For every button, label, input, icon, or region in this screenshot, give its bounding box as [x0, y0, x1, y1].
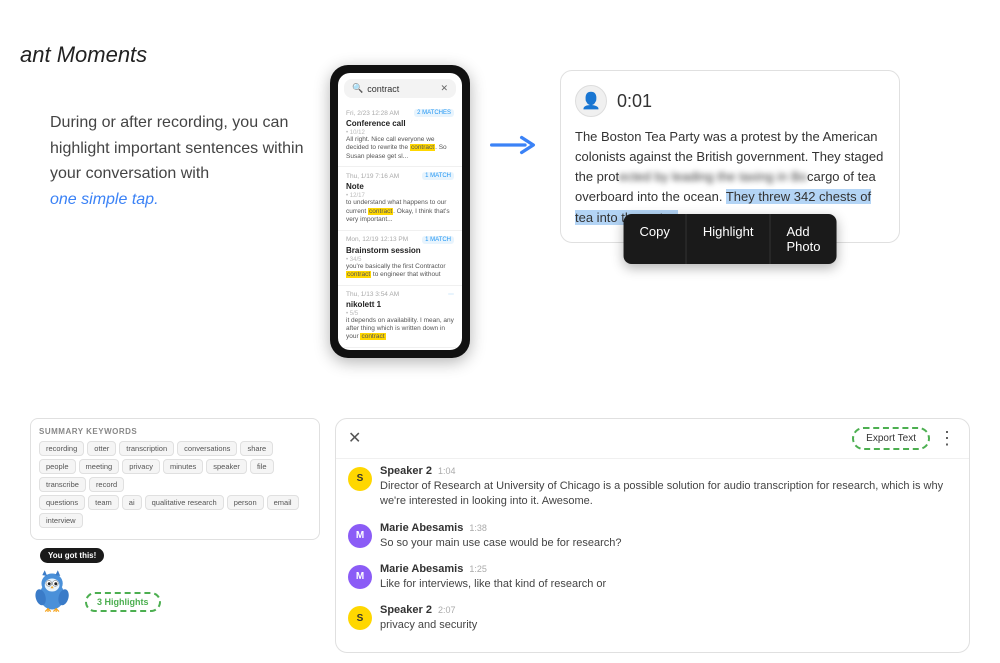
message-time: 1:25 [469, 564, 487, 574]
mascot-area: You got this! [30, 548, 320, 612]
keyword-tag[interactable]: team [88, 495, 119, 510]
list-item[interactable]: Mon, 12/19 12:13 PM 1 MATCH Brainstorm s… [338, 231, 462, 286]
list-item[interactable]: Thu, 1/13 3:54 AM nikolett 1 • 5/5 it de… [338, 286, 462, 348]
phone-search-input[interactable] [367, 84, 436, 94]
keyword-tag[interactable]: ai [122, 495, 142, 510]
keyword-tag[interactable]: person [227, 495, 264, 510]
more-options-button[interactable]: ⋮ [938, 428, 957, 449]
keyword-tag[interactable]: record [89, 477, 124, 492]
message-time: 1:38 [469, 523, 487, 533]
message-content: Speaker 2 2:07 privacy and security [380, 604, 477, 633]
keywords-box: SUMMARY KEYWORDS recordingottertranscrip… [30, 418, 320, 540]
person-icon: 👤 [581, 91, 601, 111]
bottom-left: SUMMARY KEYWORDS recordingottertranscrip… [30, 418, 320, 653]
keyword-tag[interactable]: share [240, 441, 273, 456]
keyword-tag[interactable]: meeting [79, 459, 120, 474]
message-content: Marie Abesamis 1:38 So so your main use … [380, 522, 622, 551]
conv-message: S Speaker 2 2:07 privacy and security [348, 604, 957, 633]
italic-text: one simple tap. [50, 191, 159, 208]
export-button[interactable]: Export Text [852, 427, 930, 450]
phone-list: Fri, 2/23 12:28 AM 2 MATCHES Conference … [338, 102, 462, 350]
message-content: Marie Abesamis 1:25 Like for interviews,… [380, 563, 606, 592]
content-card: 👤 0:01 The Boston Tea Party was a protes… [560, 70, 900, 243]
add-photo-button[interactable]: Add Photo [770, 214, 836, 264]
keyword-tag[interactable]: email [267, 495, 299, 510]
conversation-messages: S Speaker 2 1:04 Director of Research at… [336, 459, 969, 652]
speaker-name: Speaker 2 [380, 604, 432, 616]
keyword-tag[interactable]: otter [87, 441, 116, 456]
message-time: 2:07 [438, 605, 456, 615]
avatar: 👤 [575, 85, 607, 117]
keyword-tag[interactable]: speaker [206, 459, 247, 474]
conv-message: S Speaker 2 1:04 Director of Research at… [348, 465, 957, 510]
keyword-tag[interactable]: interview [39, 513, 83, 528]
speaker-name: Marie Abesamis [380, 563, 463, 575]
highlight-button[interactable]: Highlight [687, 214, 771, 264]
arrow [490, 130, 540, 160]
conv-message: M Marie Abesamis 1:25 Like for interview… [348, 563, 957, 592]
conv-message: M Marie Abesamis 1:38 So so your main us… [348, 522, 957, 551]
speaker-avatar: S [348, 467, 372, 491]
timestamp: 0:01 [617, 91, 652, 112]
speaker-avatar: M [348, 565, 372, 589]
copy-button[interactable]: Copy [624, 214, 687, 264]
close-icon[interactable]: ✕ [440, 83, 448, 94]
keyword-tag[interactable]: file [250, 459, 274, 474]
message-time: 1:04 [438, 466, 456, 476]
search-icon: 🔍 [352, 83, 363, 94]
close-button[interactable]: ✕ [348, 428, 361, 448]
keyword-tag[interactable]: qualitative research [145, 495, 224, 510]
message-text: Director of Research at University of Ch… [380, 479, 957, 510]
keyword-tag[interactable]: privacy [122, 459, 160, 474]
keyword-tag[interactable]: people [39, 459, 76, 474]
context-menu: Copy Highlight Add Photo [624, 214, 837, 264]
owl-mascot [30, 567, 75, 612]
page-title: ant Moments [20, 42, 147, 68]
list-item[interactable]: Thu, 1/19 7:16 AM 1 MATCH Note • 12/17 t… [338, 167, 462, 230]
list-item[interactable]: Fri, 2/23 12:28 AM 2 MATCHES Conference … [338, 104, 462, 167]
conv-header: ✕ Export Text ⋮ [336, 419, 969, 459]
keywords-row-1: recordingottertranscriptionconversations… [39, 441, 311, 492]
message-text: So so your main use case would be for re… [380, 536, 622, 551]
intro-text: During or after recording, you can highl… [30, 110, 310, 212]
keyword-tag[interactable]: questions [39, 495, 85, 510]
highlights-count[interactable]: 3 Highlights [85, 592, 161, 612]
message-text: Like for interviews, like that kind of r… [380, 577, 606, 592]
speaker-avatar: M [348, 524, 372, 548]
message-content: Speaker 2 1:04 Director of Research at U… [380, 465, 957, 510]
keyword-tag[interactable]: recording [39, 441, 84, 456]
content-text: The Boston Tea Party was a protest by th… [575, 127, 885, 228]
conversation-panel: ✕ Export Text ⋮ S Speaker 2 1:04 Directo… [335, 418, 970, 653]
keyword-tag[interactable]: conversations [177, 441, 237, 456]
keywords-row-2: questionsteamaiqualitative researchperso… [39, 495, 311, 528]
speaker-name: Marie Abesamis [380, 522, 463, 534]
keyword-tag[interactable]: minutes [163, 459, 203, 474]
keyword-tag[interactable]: transcription [119, 441, 174, 456]
speaker-name: Speaker 2 [380, 465, 432, 477]
keyword-tag[interactable]: transcribe [39, 477, 86, 492]
phone-mockup: 🔍 ✕ Fri, 2/23 12:28 AM 2 MATCHES Confere… [330, 65, 470, 358]
mascot-bubble: You got this! [40, 548, 104, 563]
message-text: privacy and security [380, 618, 477, 633]
keywords-label: SUMMARY KEYWORDS [39, 427, 311, 436]
speaker-avatar: S [348, 606, 372, 630]
